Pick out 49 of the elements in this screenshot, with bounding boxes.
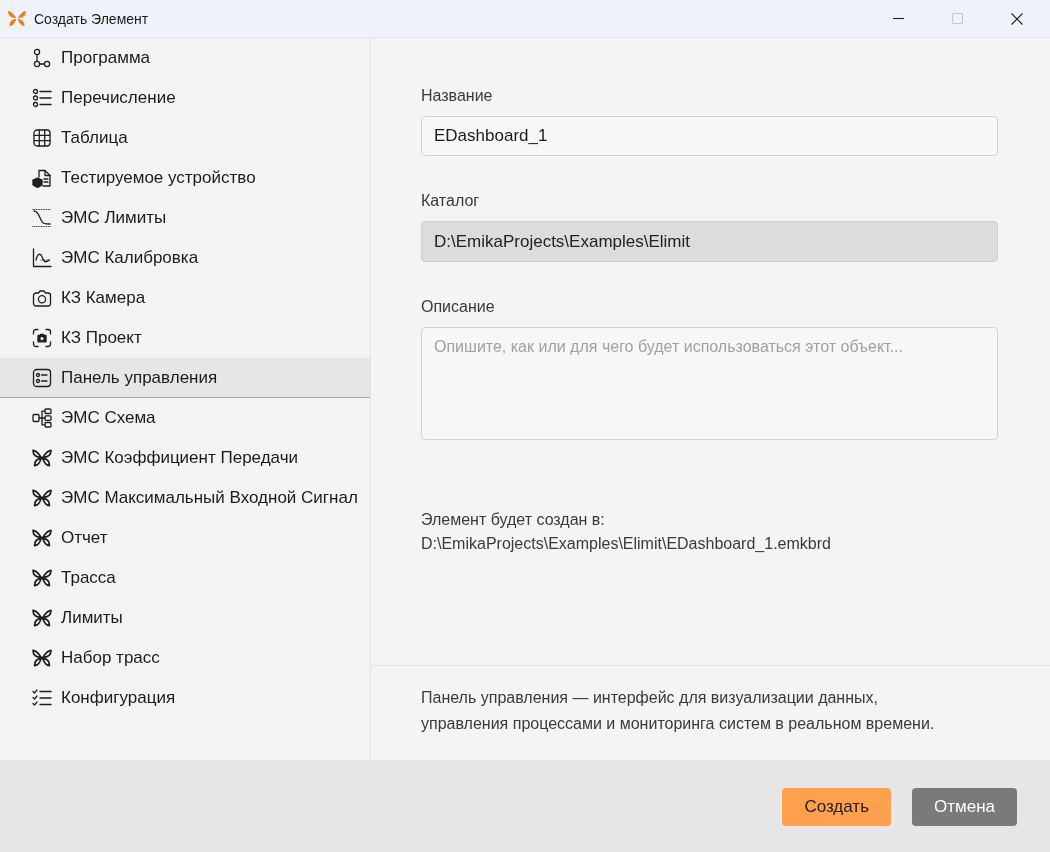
target-path: D:\EmikaProjects\Examples\Elimit\EDashboard_1.emkbrd [421, 534, 831, 554]
sidebar-item[interactable]: Тестируемое устройство [0, 158, 370, 198]
sidebar-item[interactable]: КЗ Проект [0, 318, 370, 358]
checklist-icon [32, 687, 52, 708]
element-description: Панель управления — интерфейс для визуализации данных, управления процессами и мониторинга систем в реальном времени. [421, 688, 936, 734]
grid-icon [32, 127, 52, 148]
name-input-field[interactable]: EDashboard_1 [421, 116, 998, 156]
branch-icon [32, 47, 52, 68]
butterfly-icon [32, 607, 52, 628]
sidebar-item[interactable]: Таблица [0, 118, 370, 158]
maximize-icon [952, 13, 963, 24]
sidebar-item[interactable]: ЭМС Максимальный Входной Сигнал [0, 478, 370, 518]
field-label: Описание [421, 297, 496, 317]
sidebar-item[interactable]: Лимиты [0, 598, 370, 638]
camera-icon [32, 287, 52, 308]
chart-curve-icon [32, 247, 52, 268]
camera-frame-icon [32, 327, 52, 348]
sidebar-item[interactable]: КЗ Камера [0, 278, 370, 318]
butterfly-icon [32, 487, 52, 508]
sidebar-item[interactable]: Трасса [0, 558, 370, 598]
sidebar-item[interactable]: ЭМС Схема [0, 398, 370, 438]
sidebar-item[interactable]: Отчет [0, 518, 370, 558]
minimize-icon [893, 18, 904, 19]
butterfly-icon [32, 527, 52, 548]
description-field[interactable]: Опишите, как или для чего будет использоваться этот объект... [421, 327, 998, 440]
target-label: Элемент будет создан в: [421, 510, 605, 530]
document-cube-icon [32, 167, 52, 188]
close-icon [1010, 12, 1023, 25]
panel-icon [32, 367, 52, 388]
sidebar-item[interactable]: ЭМС Коэффициент Передачи [0, 438, 370, 478]
window-title: Создать Элемент [34, 10, 149, 27]
field-label: Каталог [421, 191, 481, 211]
sidebar-item[interactable]: Перечисление [0, 78, 370, 118]
field-label: Название [421, 86, 494, 106]
create-button[interactable]: Создать [782, 788, 891, 826]
tree-diagram-icon [32, 407, 52, 428]
sidebar-item[interactable]: Конфигурация [0, 678, 370, 718]
sidebar-item[interactable]: Программа [0, 38, 370, 78]
sidebar-item[interactable]: ЭМС Лимиты [0, 198, 370, 238]
butterfly-logo-icon [8, 11, 26, 26]
curve-icon [32, 207, 52, 228]
butterfly-icon [32, 567, 52, 588]
cancel-button[interactable]: Отмена [912, 788, 1017, 826]
sidebar-item[interactable]: ЭМС Калибровка [0, 238, 370, 278]
bullet-list-icon [32, 87, 52, 108]
butterfly-icon [32, 447, 52, 468]
sidebar-item[interactable]: Панель управления [0, 358, 370, 398]
butterfly-icon [32, 647, 52, 668]
sidebar-item[interactable]: Набор трасс [0, 638, 370, 678]
